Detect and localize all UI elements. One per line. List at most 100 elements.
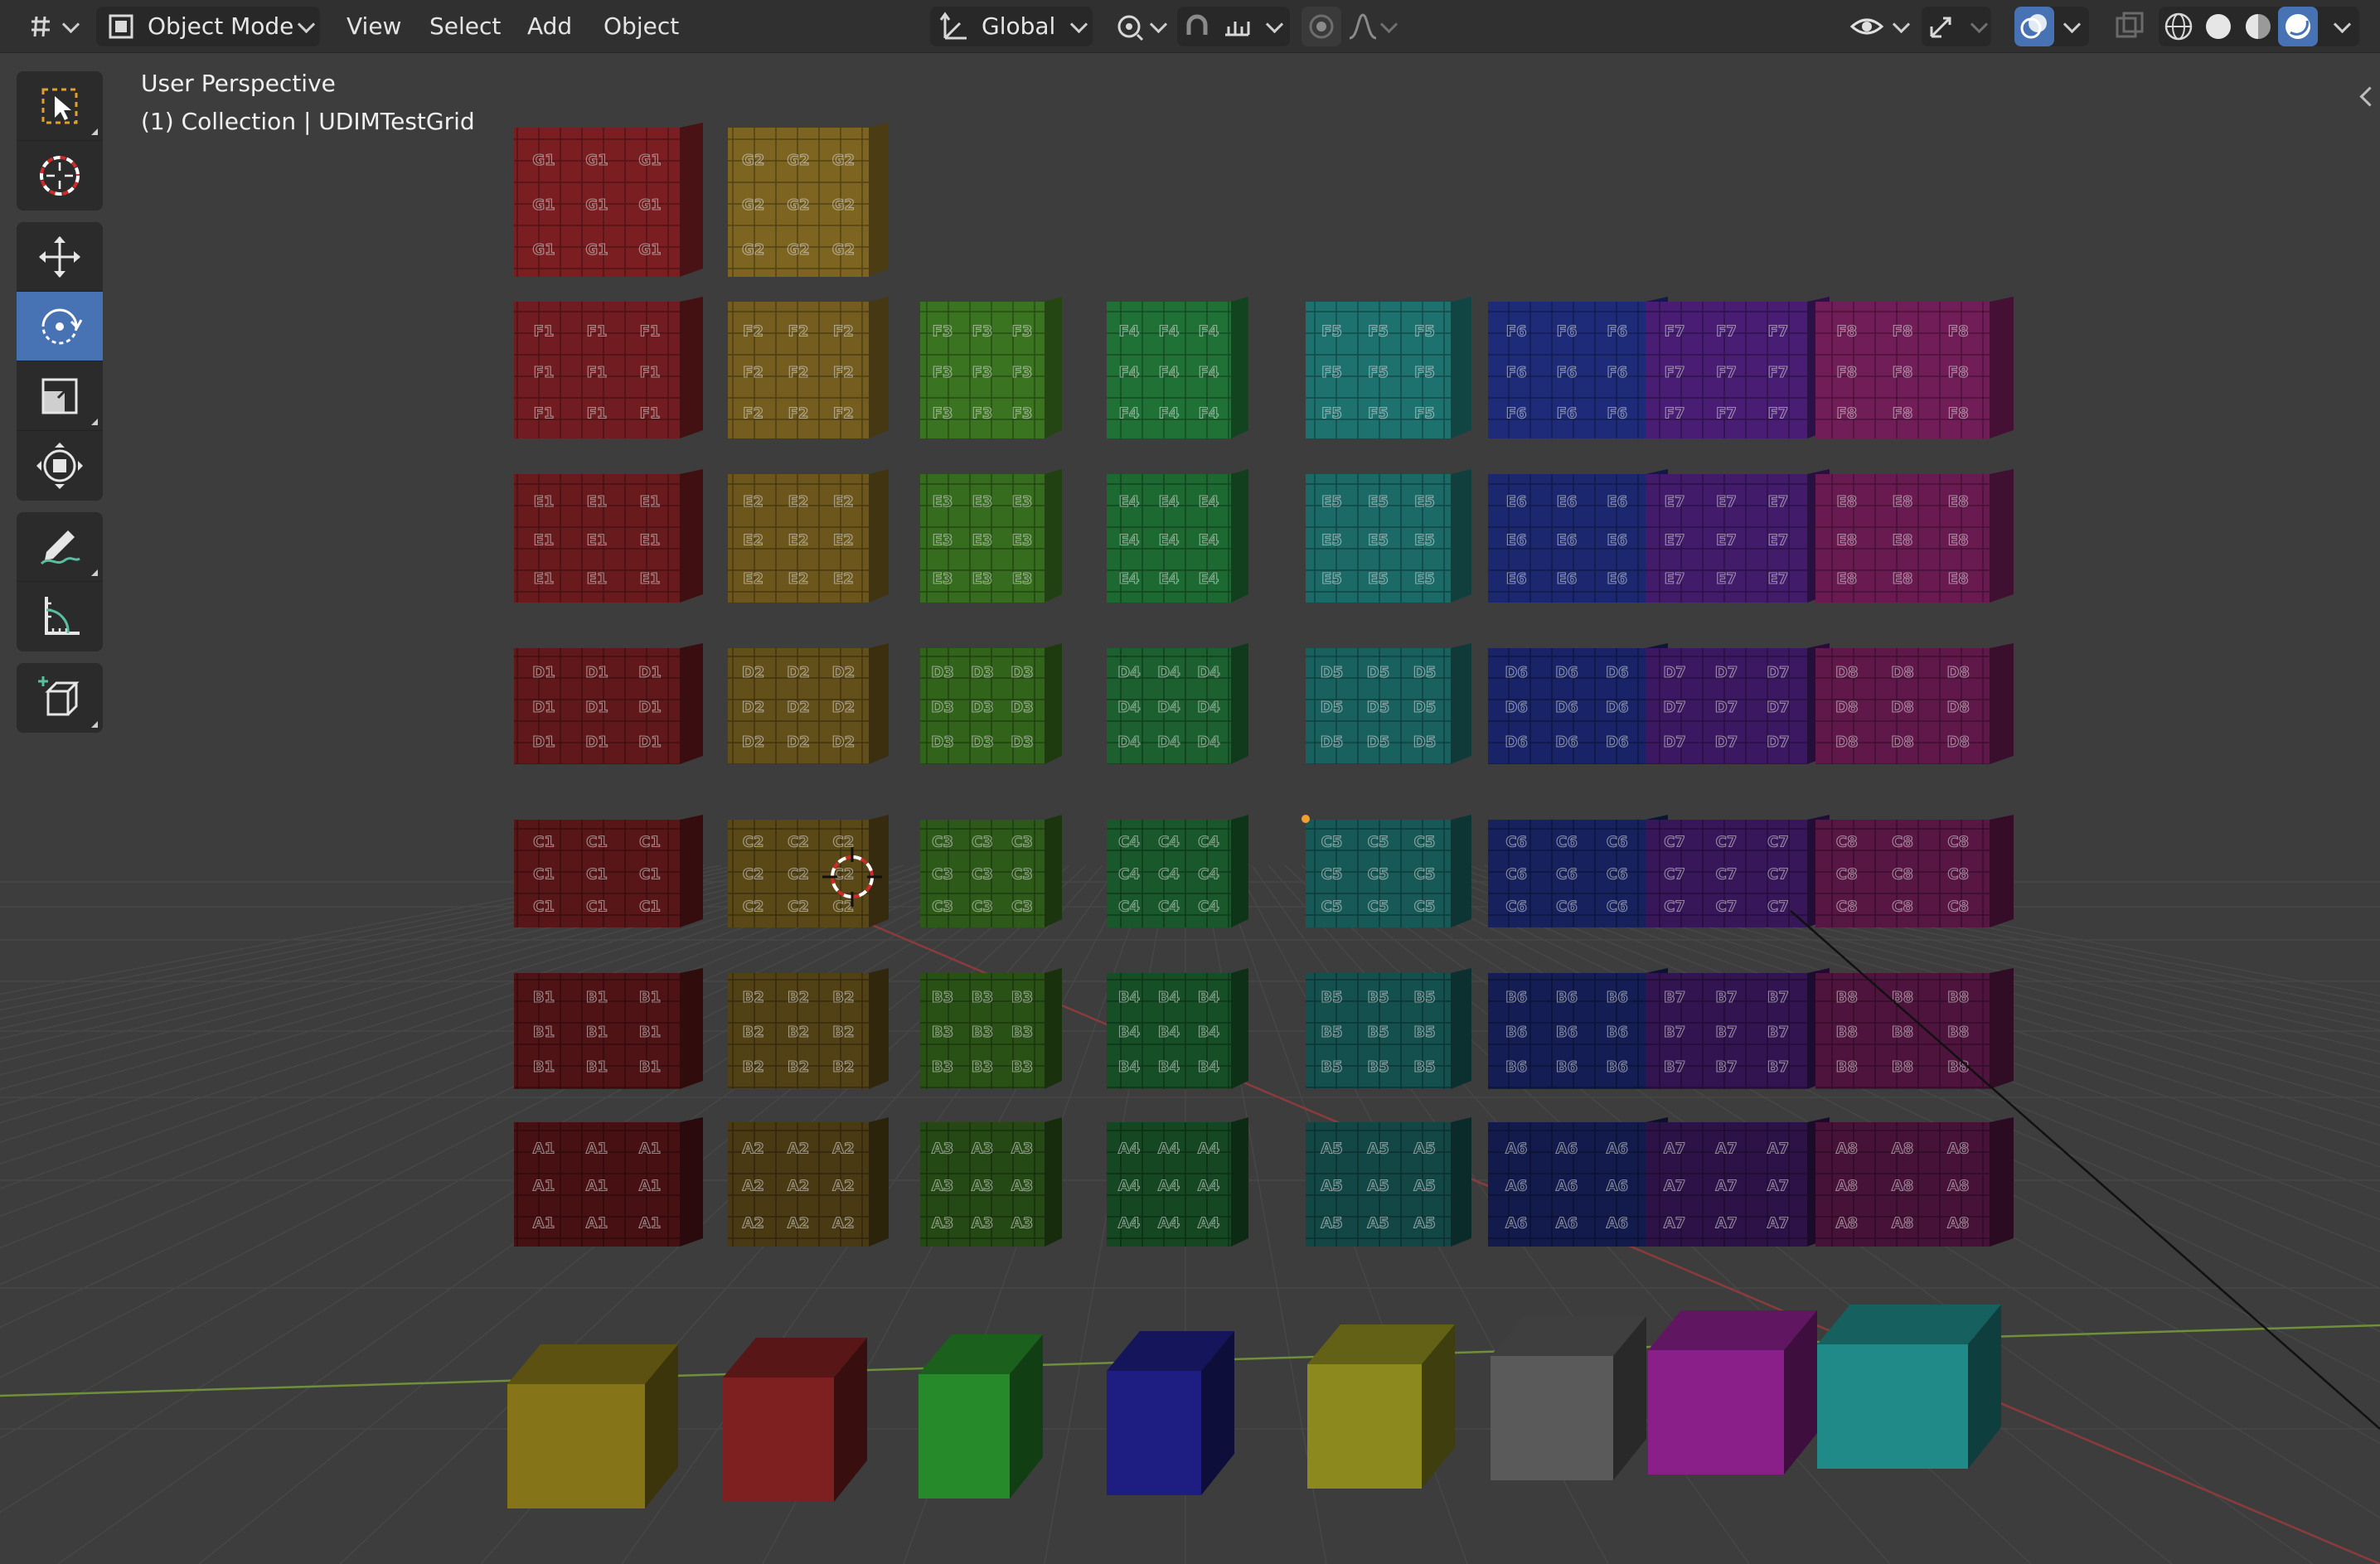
textured-cube-b7[interactable]: B7 B7 B7 B7 B7 B7 B7 B7 B7 bbox=[1646, 968, 1830, 1089]
solid-cube-3[interactable] bbox=[919, 1334, 1043, 1499]
textured-cube-c8[interactable]: C8 C8 C8 C8 C8 C8 C8 C8 C8 bbox=[1815, 815, 2014, 927]
textured-cube-c4[interactable]: C4 C4 C4 C4 C4 C4 C4 C4 C4 bbox=[1107, 815, 1248, 927]
textured-cube-b6[interactable]: B6 B6 B6 B6 B6 B6 B6 B6 B6 bbox=[1488, 968, 1668, 1089]
textured-cube-a6[interactable]: A6 A6 A6 A6 A6 A6 A6 A6 A6 bbox=[1488, 1117, 1668, 1247]
textured-cube-d6[interactable]: D6 D6 D6 D6 D6 D6 D6 D6 D6 bbox=[1488, 643, 1668, 764]
cube-label: B2 bbox=[832, 989, 854, 1006]
textured-cube-g1[interactable]: G1 G1 G1 G1 G1 G1 G1 G1 G1 bbox=[514, 123, 703, 277]
cube-label: A6 bbox=[1556, 1215, 1578, 1232]
textured-cube-g2[interactable]: G2 G2 G2 G2 G2 G2 G2 G2 G2 bbox=[728, 123, 889, 277]
tool-measure[interactable] bbox=[17, 582, 103, 651]
solid-cube-6[interactable] bbox=[1491, 1316, 1646, 1480]
textured-cube-d8[interactable]: D8 D8 D8 D8 D8 D8 D8 D8 D8 bbox=[1815, 643, 2014, 764]
textured-cube-b5[interactable]: B5 B5 B5 B5 B5 B5 B5 B5 B5 bbox=[1306, 968, 1471, 1089]
textured-cube-f8[interactable]: F8 F8 F8 F8 F8 F8 F8 F8 F8 bbox=[1815, 297, 2014, 438]
textured-cube-c7[interactable]: C7 C7 C7 C7 C7 C7 C7 C7 C7 bbox=[1646, 815, 1830, 927]
textured-cube-f2[interactable]: F2 F2 F2 F2 F2 F2 F2 F2 F2 bbox=[728, 297, 889, 438]
textured-cube-a3[interactable]: A3 A3 A3 A3 A3 A3 A3 A3 A3 bbox=[920, 1117, 1062, 1247]
textured-cube-c6[interactable]: C6 C6 C6 C6 C6 C6 C6 C6 C6 bbox=[1488, 815, 1668, 927]
falloff-selector[interactable] bbox=[1346, 10, 1379, 43]
textured-cube-b4[interactable]: B4 B4 B4 B4 B4 B4 B4 B4 B4 bbox=[1107, 968, 1248, 1089]
textured-cube-d7[interactable]: D7 D7 D7 D7 D7 D7 D7 D7 D7 bbox=[1646, 643, 1830, 764]
tool-annotate[interactable] bbox=[17, 512, 103, 582]
textured-cube-c1[interactable]: C1 C1 C1 C1 C1 C1 C1 C1 C1 bbox=[514, 815, 703, 927]
cube-label: D8 bbox=[1946, 734, 1969, 751]
textured-cube-f5[interactable]: F5 F5 F5 F5 F5 F5 F5 F5 F5 bbox=[1306, 297, 1471, 438]
textured-cube-a8[interactable]: A8 A8 A8 A8 A8 A8 A8 A8 A8 bbox=[1815, 1117, 2014, 1247]
textured-cube-d5[interactable]: D5 D5 D5 D5 D5 D5 D5 D5 D5 bbox=[1306, 643, 1471, 764]
tool-rotate[interactable] bbox=[17, 292, 103, 361]
cube-label: G2 bbox=[742, 241, 764, 259]
snap-toggle[interactable] bbox=[1180, 10, 1214, 43]
shading-material-button[interactable] bbox=[2240, 8, 2276, 45]
textured-cube-c2[interactable]: C2 C2 C2C2 C2 C2C2 C2 C2 bbox=[728, 815, 889, 927]
textured-cube-b8[interactable]: B8 B8 B8B8 B8 B8B8 B8 B8 bbox=[1815, 968, 2014, 1089]
textured-cube-e5[interactable]: E5 E5 E5 E5 E5 E5 E5 E5 E5 bbox=[1306, 469, 1471, 603]
pivot-point-selector[interactable] bbox=[1109, 7, 1174, 46]
snap-target-selector[interactable] bbox=[1220, 10, 1253, 43]
visibility-selector[interactable] bbox=[1847, 7, 1913, 46]
textured-cube-e1[interactable]: E1 E1 E1 E1 E1 E1 E1 E1 E1 bbox=[514, 469, 703, 603]
tool-scale[interactable] bbox=[17, 361, 103, 431]
textured-cube-a2[interactable]: A2 A2 A2 A2 A2 A2 A2 A2 A2 bbox=[728, 1117, 889, 1247]
solid-cube-2[interactable] bbox=[723, 1338, 867, 1502]
tool-move[interactable] bbox=[17, 222, 103, 292]
textured-cube-c3[interactable]: C3 C3 C3 C3 C3 C3 C3 C3 C3 bbox=[920, 815, 1062, 927]
shading-solid-button[interactable] bbox=[2200, 8, 2237, 45]
textured-cube-f3[interactable]: F3 F3 F3 F3 F3 F3 F3 F3 F3 bbox=[920, 297, 1062, 438]
textured-cube-d3[interactable]: D3 D3 D3 D3 D3 D3 D3 D3 D3 bbox=[920, 643, 1062, 764]
tool-transform[interactable] bbox=[17, 431, 103, 501]
solid-cube-1[interactable] bbox=[507, 1344, 678, 1508]
shading-wireframe-button[interactable] bbox=[2160, 8, 2197, 45]
textured-cube-f7[interactable]: F7 F7 F7 F7 F7 F7 F7 F7 F7 bbox=[1646, 297, 1830, 438]
tool-add-cube[interactable] bbox=[17, 663, 103, 733]
menu-add[interactable]: Add bbox=[516, 0, 584, 53]
solid-cube-7[interactable] bbox=[1648, 1310, 1817, 1474]
3d-viewport[interactable]: G1 G1 G1 G1 G1 G1 G1 G1 G1 G2 G2 G2 G2 G2 G2 G2 G2 G2 F1 F1… bbox=[0, 53, 2380, 1564]
solid-cube-4[interactable] bbox=[1107, 1331, 1234, 1495]
textured-cube-f6[interactable]: F6 F6 F6 F6 F6 F6 F6 F6 F6 bbox=[1488, 297, 1668, 438]
textured-cube-d2[interactable]: D2 D2 D2 D2 D2 D2 D2 D2 D2 bbox=[728, 643, 889, 764]
textured-cube-e3[interactable]: E3 E3 E3 E3 E3 E3 E3 E3 E3 bbox=[920, 469, 1062, 603]
solid-cube-5[interactable] bbox=[1307, 1324, 1455, 1489]
cube-label: B2 bbox=[832, 1058, 854, 1076]
textured-cube-e8[interactable]: E8 E8 E8 E8 E8 E8 E8 E8 E8 bbox=[1815, 469, 2014, 603]
cube-label: E5 bbox=[1368, 570, 1389, 588]
transform-orientation-selector[interactable]: Global bbox=[930, 7, 1093, 46]
cube-label: D1 bbox=[585, 699, 608, 716]
menu-select[interactable]: Select bbox=[418, 0, 512, 53]
cube-label: G2 bbox=[787, 196, 809, 214]
gizmo-toggle[interactable] bbox=[1925, 10, 1958, 43]
menu-view[interactable]: View bbox=[335, 0, 413, 53]
textured-cube-e2[interactable]: E2 E2 E2 E2 E2 E2 E2 E2 E2 bbox=[728, 469, 889, 603]
mode-selector[interactable]: Object Mode bbox=[96, 7, 320, 46]
textured-cube-e6[interactable]: E6 E6 E6 E6 E6 E6 E6 E6 E6 bbox=[1488, 469, 1668, 603]
textured-cube-e7[interactable]: E7 E7 E7 E7 E7 E7 E7 E7 E7 bbox=[1646, 469, 1830, 603]
proportional-edit-toggle[interactable] bbox=[1301, 7, 1341, 46]
textured-cube-b1[interactable]: B1 B1 B1 B1 B1 B1 B1 B1 B1 bbox=[514, 968, 703, 1089]
textured-cube-a7[interactable]: A7 A7 A7 A7 A7 A7 A7 A7 A7 bbox=[1646, 1117, 1830, 1247]
cube-label: F1 bbox=[534, 322, 555, 340]
textured-cube-c5[interactable]: C5 C5 C5 C5 C5 C5 C5 C5 C5 bbox=[1306, 815, 1471, 927]
textured-cube-a1[interactable]: A1 A1 A1 A1 A1 A1 A1 A1 A1 bbox=[514, 1117, 703, 1247]
textured-cube-a5[interactable]: A5 A5 A5 A5 A5 A5 A5 A5 A5 bbox=[1306, 1117, 1471, 1247]
solid-cube-8[interactable] bbox=[1817, 1305, 2001, 1469]
scene-render[interactable]: G1 G1 G1G1 G1 G1G1 G1 G1G2 G2 G2G2 G2 G2G2 G2 G2F1 F1… bbox=[0, 53, 2380, 1564]
textured-cube-f4[interactable]: F4 F4 F4 F4 F4 F4 F4 F4 F4 bbox=[1107, 297, 1248, 438]
tool-select-box[interactable] bbox=[17, 71, 103, 141]
shading-rendered-button[interactable] bbox=[2278, 7, 2318, 46]
cube-label: A1 bbox=[533, 1178, 555, 1195]
tool-cursor[interactable] bbox=[17, 141, 103, 211]
menu-object[interactable]: Object bbox=[592, 0, 691, 53]
xray-toggle[interactable] bbox=[2111, 8, 2147, 45]
cube-label: F1 bbox=[587, 322, 608, 340]
textured-cube-d4[interactable]: D4 D4 D4 D4 D4 D4 D4 D4 D4 bbox=[1107, 643, 1248, 764]
textured-cube-d1[interactable]: D1 D1 D1 D1 D1 D1 D1 D1 D1 bbox=[514, 643, 703, 764]
editor-type-button[interactable] bbox=[18, 7, 81, 46]
overlay-toggle[interactable] bbox=[2014, 7, 2054, 46]
textured-cube-e4[interactable]: E4 E4 E4 E4 E4 E4 E4 E4 E4 bbox=[1107, 469, 1248, 603]
textured-cube-b2[interactable]: B2 B2 B2 B2 B2 B2 B2 B2 B2 bbox=[728, 968, 889, 1089]
textured-cube-a4[interactable]: A4 A4 A4 A4 A4 A4 A4 A4 A4 bbox=[1107, 1117, 1248, 1247]
textured-cube-f1[interactable]: F1 F1 F1 F1 F1 F1 F1 F1 F1 bbox=[514, 297, 703, 438]
textured-cube-b3[interactable]: B3 B3 B3 B3 B3 B3 B3 B3 B3 bbox=[920, 968, 1062, 1089]
